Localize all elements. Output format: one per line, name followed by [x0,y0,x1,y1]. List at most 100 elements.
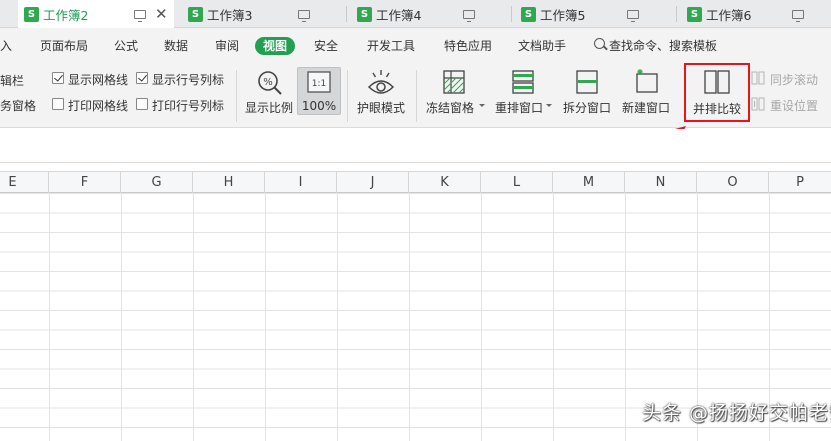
grid-column-line [481,193,482,441]
close-icon[interactable]: ✕ [155,5,168,23]
show-headers-label: 显示行号列标 [152,73,225,87]
spreadsheet-icon: S [24,6,39,22]
menu-review[interactable]: 审阅 [215,37,239,55]
workbook-tab-bar: S 工作簿2 ✕ S 工作簿3 S 工作簿4 S 工作簿5 S 工作簿6 [0,0,831,28]
tab-workbook-6[interactable]: S 工作簿6 [681,0,831,28]
column-header-i[interactable]: I [265,172,337,193]
menu-page-layout[interactable]: 页面布局 [40,37,88,55]
monitor-icon[interactable] [792,10,804,22]
one-to-one-icon: 1:1 [307,71,331,93]
column-header-j[interactable]: J [337,172,409,193]
zoom-label: 显示比例 [244,101,293,115]
split-window-label: 拆分窗口 [562,101,611,115]
chevron-down-icon[interactable] [546,104,552,107]
sync-scroll-label[interactable]: 同步滚动 [770,71,818,88]
column-header-l[interactable]: L [481,172,553,193]
highlight-box [684,63,750,122]
tab-label: 工作簿2 [43,7,89,23]
monitor-icon[interactable] [134,10,146,22]
column-header-p[interactable]: P [769,172,831,193]
reset-position-label[interactable]: 重设位置 [770,97,818,114]
menu-security[interactable]: 安全 [314,37,338,55]
one-to-one-text: 1:1 [312,79,326,89]
ribbon-divider [416,70,417,122]
arrange-windows-icon [512,70,534,94]
column-header-n[interactable]: N [625,172,697,193]
zoom-button[interactable]: % 显示比例 [242,64,296,124]
grid-column-line [265,193,266,441]
menu-formulas[interactable]: 公式 [114,37,138,55]
tab-divider [511,6,512,22]
column-header-g[interactable]: G [121,172,193,193]
grid-column-line [553,193,554,441]
ribbon-divider [347,70,348,122]
eye-protection-button[interactable]: 护眼模式 [353,64,409,124]
zoom-100-label: 100% [301,99,337,113]
grid-column-line [625,193,626,441]
search-icon[interactable] [594,38,605,49]
column-header-e[interactable]: E [0,172,49,193]
eye-protection-label: 护眼模式 [356,101,405,115]
sync-scroll-icon [751,71,765,85]
column-header-m[interactable]: M [553,172,625,193]
menu-insert[interactable]: 入 [0,37,12,55]
tab-label: 工作簿4 [376,7,422,23]
tab-workbook-4[interactable]: S 工作簿4 [351,0,511,28]
spreadsheet-icon: S [687,6,702,22]
column-header-k[interactable]: K [409,172,481,193]
arrange-windows-button[interactable]: 重排窗口 [492,64,554,124]
formula-bar[interactable] [0,129,831,163]
grid-column-line [409,193,410,441]
spreadsheet-icon: S [521,6,536,22]
grid-column-line [49,193,50,441]
eye-icon [367,70,395,94]
tab-divider [676,6,677,22]
grid-column-line [193,193,194,441]
tab-label: 工作簿5 [540,7,586,23]
print-headers-checkbox[interactable] [136,98,148,110]
split-window-button[interactable]: 拆分窗口 [560,64,614,124]
show-gridlines-checkbox[interactable] [52,72,64,84]
print-gridlines-checkbox[interactable] [52,98,64,110]
zoom-icon: % [258,71,282,95]
freeze-panes-button[interactable]: 冻结窗格 [422,64,484,124]
menu-view[interactable]: 视图 [255,37,296,55]
tab-workbook-5[interactable]: S 工作簿5 [515,0,675,28]
tab-workbook-3[interactable]: S 工作簿3 [182,0,342,28]
svg-text:%: % [263,77,273,88]
monitor-icon[interactable] [298,10,310,22]
formula-bar-toggle[interactable]: 辑栏 [0,72,24,89]
grid-column-line [337,193,338,441]
column-header-f[interactable]: F [49,172,121,193]
menu-featured-apps[interactable]: 特色应用 [444,37,492,55]
monitor-icon[interactable] [463,10,475,22]
print-headers-label: 打印行号列标 [152,99,225,113]
show-headers-checkbox[interactable] [136,72,148,84]
search-commands[interactable]: 查找命令、搜索模板 [609,37,717,55]
print-gridlines-label: 打印网格线 [68,99,129,113]
tab-divider [346,6,347,22]
tab-label: 工作簿3 [207,7,253,23]
menu-bar: 入 页面布局 公式 数据 审阅 视图 安全 开发工具 特色应用 文档助手 查找命… [0,28,831,64]
ribbon-divider [236,70,237,122]
grid-column-line [121,193,122,441]
menu-data[interactable]: 数据 [164,37,188,55]
chevron-down-icon[interactable] [479,104,485,107]
zoom-100-button[interactable]: 1:1 100% [297,64,341,124]
watermark: 头条 @扬扬好交帕老师 [642,402,831,424]
tab-workbook-2[interactable]: S 工作簿2 ✕ [18,0,174,28]
new-window-icon [636,69,658,93]
task-pane-toggle[interactable]: 务窗格 [0,97,36,114]
column-header-o[interactable]: O [697,172,769,193]
spreadsheet-icon: S [188,6,203,22]
monitor-icon[interactable] [627,10,639,22]
split-window-icon [576,70,598,94]
freeze-panes-icon [443,70,465,94]
menu-developer-tools[interactable]: 开发工具 [367,37,415,55]
menu-doc-assistant[interactable]: 文档助手 [518,37,566,55]
arrange-windows-label: 重排窗口 [495,101,544,115]
column-header-h[interactable]: H [193,172,265,193]
new-window-button[interactable]: 新建窗口 [618,64,674,124]
spreadsheet-icon: S [357,6,372,22]
show-gridlines-label: 显示网格线 [68,73,129,87]
